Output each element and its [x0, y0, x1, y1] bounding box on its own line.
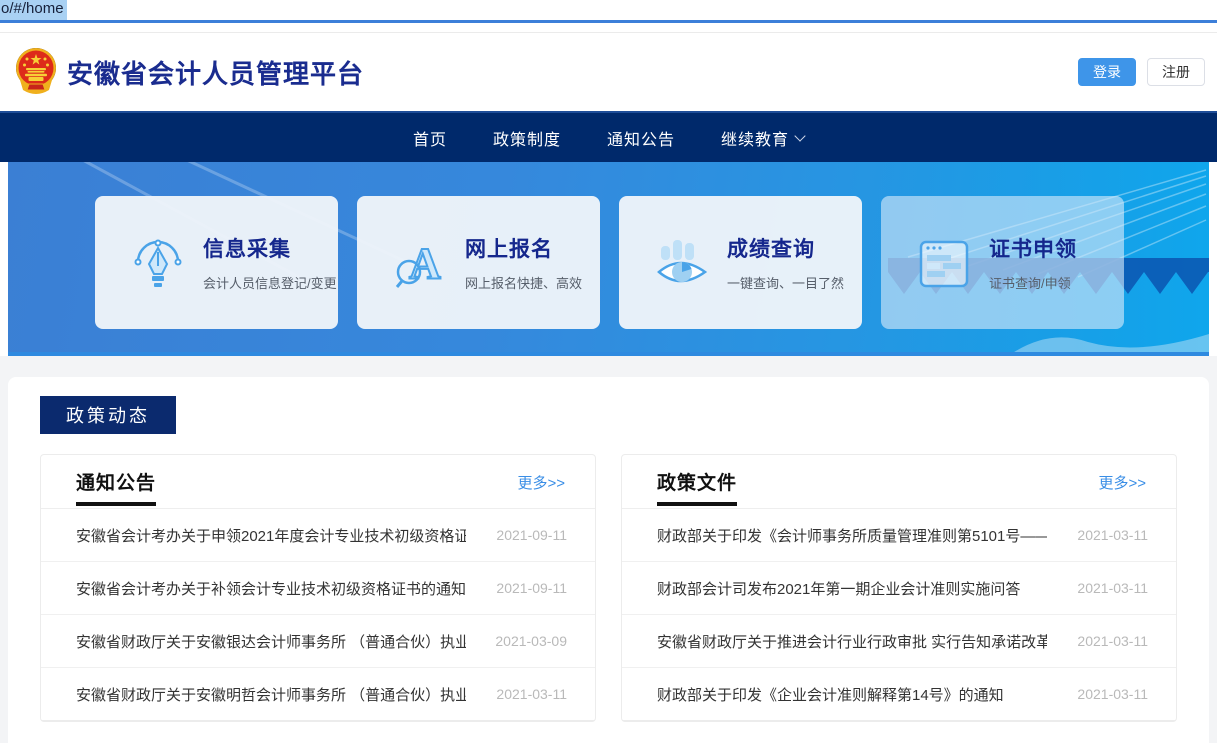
pen-nib-icon [131, 236, 185, 290]
list-item[interactable]: 财政部会计司发布2021年第一期企业会计准则实施问答 2021-03-11 [622, 562, 1176, 615]
policy-docs-panel-title: 政策文件 [657, 468, 737, 506]
card-info-collection[interactable]: 信息采集 会计人员信息登记/变更 [95, 196, 338, 329]
list-item[interactable]: 财政部关于印发《会计师事务所质量管理准则第5101号——... 2021-03-… [622, 509, 1176, 562]
certificate-window-icon [917, 236, 971, 290]
notices-panel: 通知公告 更多>> 安徽省会计考办关于申领2021年度会计专业技术初级资格证..… [40, 454, 596, 722]
card-subtitle: 一键查询、一目了然 [727, 273, 844, 292]
letter-a-magnifier-icon: A [393, 236, 447, 290]
browser-url-bar[interactable]: o/#/home [0, 0, 1217, 20]
list-item[interactable]: 财政部关于印发《企业会计准则解释第14号》的通知 2021-03-11 [622, 668, 1176, 721]
eye-chart-icon [655, 236, 709, 290]
login-button[interactable]: 登录 [1078, 58, 1136, 86]
site-header: 安徽省会计人员管理平台 登录 注册 [0, 33, 1217, 111]
chevron-down-icon [794, 130, 805, 141]
content-panel: 政策动态 通知公告 更多>> 安徽省会计考办关于申领2021年度会计专业技术初级… [8, 377, 1209, 743]
list-item[interactable]: 安徽省财政厅关于安徽明哲会计师事务所 （普通合伙）执业... 2021-03-1… [41, 668, 595, 721]
policy-news-tab[interactable]: 政策动态 [40, 396, 176, 434]
card-title: 证书申领 [989, 233, 1077, 263]
list-item[interactable]: 安徽省会计考办关于申领2021年度会计专业技术初级资格证... 2021-09-… [41, 509, 595, 562]
card-subtitle: 会计人员信息登记/变更 [203, 273, 337, 292]
policy-docs-panel: 政策文件 更多>> 财政部关于印发《会计师事务所质量管理准则第5101号——..… [621, 454, 1177, 722]
browser-divider [0, 20, 1217, 23]
card-title: 信息采集 [203, 233, 337, 263]
hero-cards: 信息采集 会计人员信息登记/变更 A 网上报名 网上报名快捷、高效 [95, 196, 1124, 329]
nav-item-notices[interactable]: 通知公告 [607, 126, 675, 150]
notices-panel-title: 通知公告 [76, 468, 156, 506]
url-selected-text[interactable]: o/#/home [0, 0, 67, 20]
hero-banner: 信息采集 会计人员信息登记/变更 A 网上报名 网上报名快捷、高效 [8, 162, 1209, 356]
policy-docs-more-link[interactable]: 更多>> [1098, 472, 1146, 493]
card-title: 网上报名 [465, 233, 582, 263]
list-item[interactable]: 安徽省财政厅关于推进会计行业行政审批 实行告知承诺改革... 2021-03-1… [622, 615, 1176, 668]
nav-item-continuing-education[interactable]: 继续教育 [721, 126, 804, 150]
card-score-inquiry[interactable]: 成绩查询 一键查询、一目了然 [619, 196, 862, 329]
list-item[interactable]: 安徽省会计考办关于补领会计专业技术初级资格证书的通知 2021-09-11 [41, 562, 595, 615]
national-emblem-icon [15, 46, 57, 98]
nav-item-home[interactable]: 首页 [413, 126, 447, 150]
lower-section: 政策动态 通知公告 更多>> 安徽省会计考办关于申领2021年度会计专业技术初级… [0, 356, 1217, 743]
nav-item-policy[interactable]: 政策制度 [493, 126, 561, 150]
card-subtitle: 网上报名快捷、高效 [465, 273, 582, 292]
card-certificate-application[interactable]: 证书申领 证书查询/申领 [881, 196, 1124, 329]
card-title: 成绩查询 [727, 233, 844, 263]
card-subtitle: 证书查询/申领 [989, 273, 1077, 292]
card-online-registration[interactable]: A 网上报名 网上报名快捷、高效 [357, 196, 600, 329]
list-item[interactable]: 安徽省财政厅关于安徽银达会计师事务所 （普通合伙）执业... 2021-03-0… [41, 615, 595, 668]
main-nav: 首页 政策制度 通知公告 继续教育 [0, 111, 1217, 162]
notices-more-link[interactable]: 更多>> [517, 472, 565, 493]
site-title: 安徽省会计人员管理平台 [67, 54, 364, 91]
register-button[interactable]: 注册 [1147, 58, 1205, 86]
